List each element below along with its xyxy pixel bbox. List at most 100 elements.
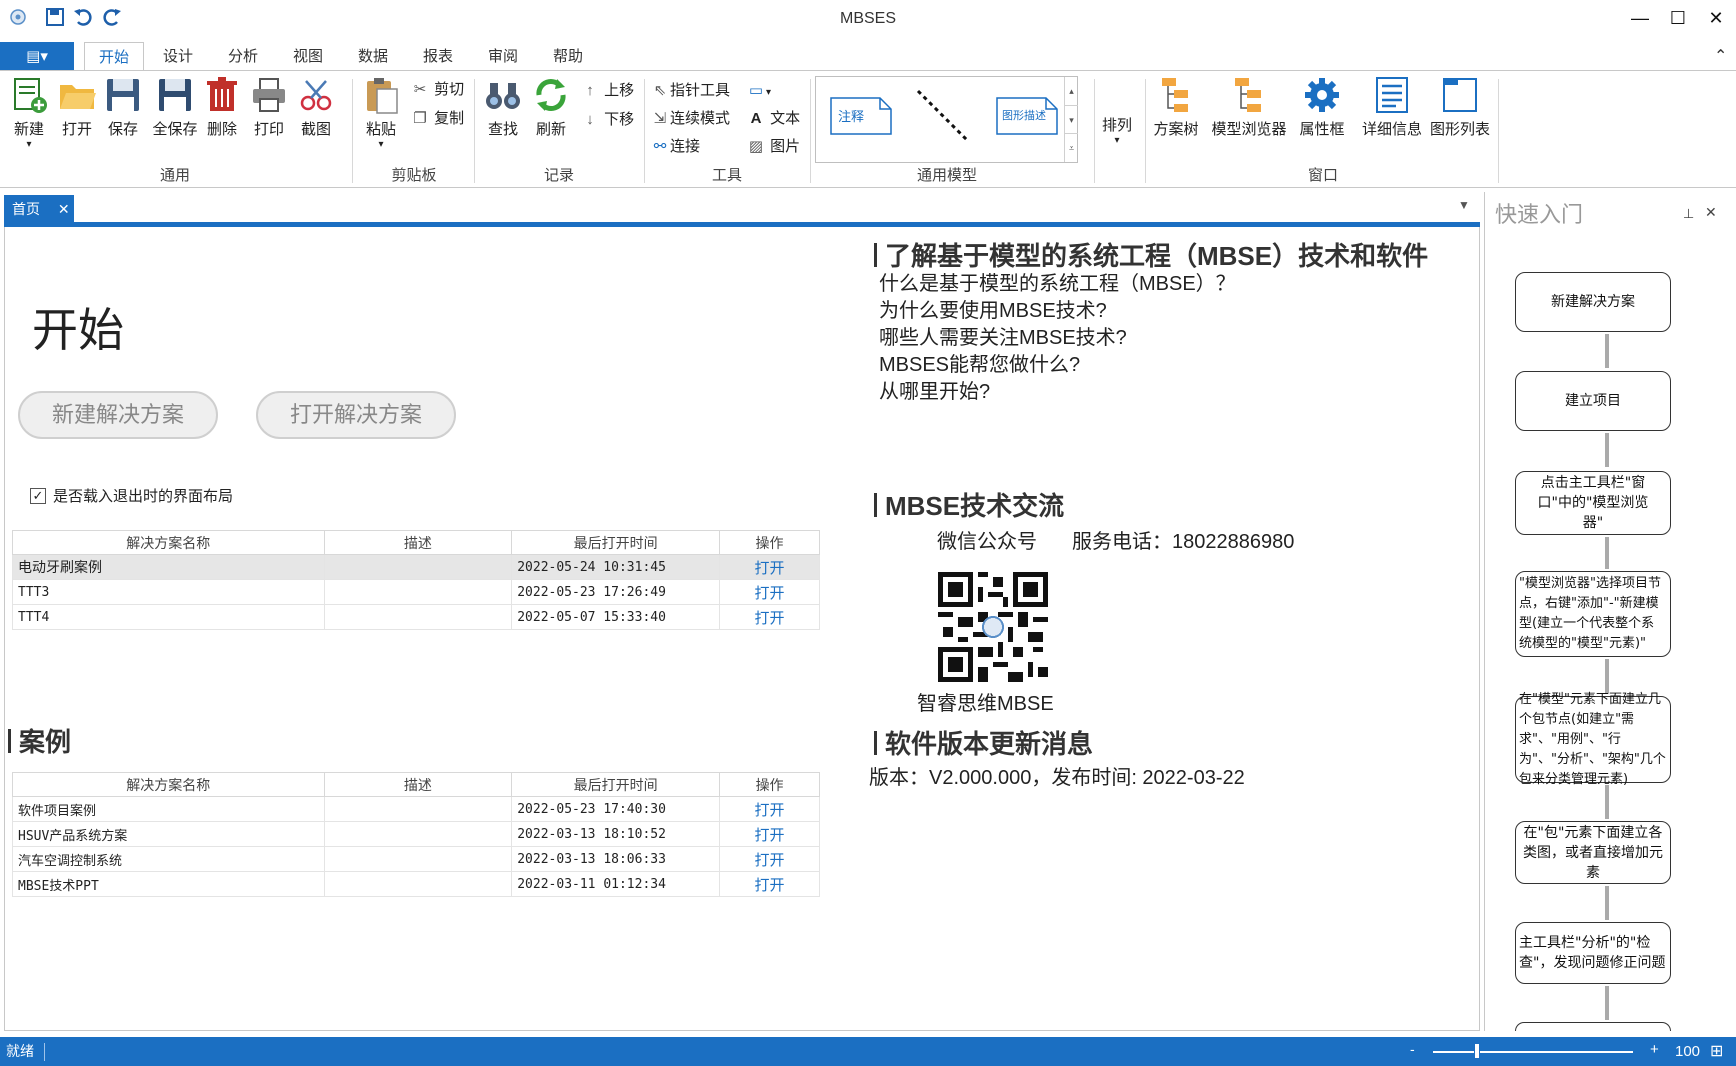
tab-help[interactable]: 帮助	[540, 42, 596, 71]
undo-icon[interactable]	[73, 8, 93, 32]
move-up-button[interactable]: ↑ 上移	[580, 79, 634, 103]
scroll-up-icon[interactable]: ▴	[1065, 77, 1078, 105]
column-header[interactable]: 解决方案名称	[12, 530, 325, 555]
refresh-button[interactable]: 刷新	[526, 75, 576, 139]
table-row[interactable]: MBSE技术PPT 2022-03-11 01:12:34 打开	[12, 871, 820, 897]
table-row[interactable]: 电动牙刷案例 2022-05-24 10:31:45 打开	[12, 554, 820, 580]
copy-button[interactable]: ❐ 复制	[410, 107, 464, 131]
cut-button[interactable]: ✂ 剪切	[410, 78, 464, 102]
table-row[interactable]: TTT4 2022-05-07 15:33:40 打开	[12, 604, 820, 630]
column-header[interactable]: 描述	[323, 530, 513, 555]
file-menu-button[interactable]: ▤▾	[0, 42, 74, 71]
column-header[interactable]: 最后打开时间	[511, 530, 721, 555]
move-down-button[interactable]: ↓ 下移	[580, 108, 634, 132]
new-button[interactable]: 新建 ▾	[4, 75, 54, 150]
note-shape[interactable]: 注释	[830, 97, 892, 135]
text-button[interactable]: A 文本	[746, 107, 801, 131]
tab-design[interactable]: 设计	[150, 42, 206, 71]
tab-start[interactable]: 开始	[84, 42, 144, 71]
column-header[interactable]: 解决方案名称	[12, 772, 325, 797]
flow-step[interactable]: 主工具栏"分析"的"检查"，发现问题修正问题	[1515, 922, 1671, 984]
collapse-ribbon-icon[interactable]: ⌃	[1714, 46, 1727, 66]
minimize-icon[interactable]: —	[1620, 4, 1660, 32]
tab-report[interactable]: 报表	[410, 42, 466, 71]
gallery-expand-icon[interactable]: ⩡	[1065, 133, 1078, 161]
faq-link[interactable]: 从哪里开始?	[879, 378, 990, 406]
faq-link[interactable]: 哪些人需要关注MBSE技术?	[879, 324, 1127, 352]
close-icon[interactable]: ✕	[1696, 4, 1736, 32]
table-row[interactable]: HSUV产品系统方案 2022-03-13 18:10:52 打开	[12, 821, 820, 847]
scroll-down-icon[interactable]: ▾	[1065, 105, 1078, 133]
save-button[interactable]: 保存	[98, 75, 148, 139]
open-button[interactable]: 打开	[52, 75, 102, 139]
tab-review[interactable]: 审阅	[475, 42, 531, 71]
delete-button[interactable]: 删除	[197, 75, 247, 139]
open-link[interactable]: 打开	[719, 821, 820, 847]
close-icon[interactable]: ✕	[1705, 204, 1717, 221]
faq-link[interactable]: 什么是基于模型的系统工程（MBSE）？	[879, 270, 1236, 298]
table-row[interactable]: TTT3 2022-05-23 17:26:49 打开	[12, 579, 820, 605]
dashed-line-shape[interactable]	[916, 89, 970, 146]
screenshot-button[interactable]: 截图	[291, 75, 341, 139]
fit-view-icon[interactable]: ⊞	[1710, 1041, 1723, 1061]
open-link[interactable]: 打开	[719, 846, 820, 872]
flow-step[interactable]: 建立项目	[1515, 371, 1671, 431]
pin-icon[interactable]: ⊥	[1683, 206, 1694, 222]
flow-step[interactable]: "模型浏览器"选择项目节点，右键"添加"-"新建模型(建立一个代表整个系统模型的…	[1515, 571, 1671, 657]
arrange-button[interactable]: 排列 ▾	[1092, 111, 1142, 146]
paste-button[interactable]: 粘贴 ▾	[356, 75, 406, 150]
shape-dropdown[interactable]: ▭ ▾	[746, 79, 771, 103]
open-link[interactable]: 打开	[719, 579, 820, 605]
save-all-button[interactable]: 全保存	[150, 75, 200, 139]
faq-link[interactable]: 为什么要使用MBSE技术?	[879, 297, 1107, 325]
properties-button[interactable]: 属性框	[1294, 75, 1350, 139]
flow-step[interactable]: 在"包"元素下面建立各类图，或者直接增加元素	[1515, 821, 1671, 884]
pointer-tool-button[interactable]: ⇖ 指针工具	[650, 79, 730, 103]
find-button[interactable]: 查找	[478, 75, 528, 139]
tab-list-dropdown-icon[interactable]: ▼	[1458, 198, 1470, 212]
flow-step[interactable]: 点击主工具栏"窗口"中的"模型浏览器"	[1515, 471, 1671, 535]
shape-list-button[interactable]: 图形列表	[1428, 75, 1492, 139]
shape-description-shape[interactable]: 图形描述	[996, 97, 1058, 135]
open-link[interactable]: 打开	[719, 871, 820, 897]
redo-icon[interactable]	[102, 8, 122, 32]
column-header[interactable]: 描述	[323, 772, 513, 797]
connect-button[interactable]: ⚯ 连接	[650, 135, 700, 159]
tab-analysis[interactable]: 分析	[215, 42, 271, 71]
faq-link[interactable]: MBSES能帮您做什么?	[879, 351, 1080, 379]
table-row[interactable]: 软件项目案例 2022-05-23 17:40:30 打开	[12, 796, 820, 822]
tab-view[interactable]: 视图	[280, 42, 336, 71]
close-icon[interactable]: ✕	[58, 201, 70, 217]
gallery-scrollbar[interactable]: ▴ ▾ ⩡	[1064, 77, 1078, 162]
new-solution-button[interactable]: 新建解决方案	[18, 391, 218, 439]
maximize-icon[interactable]: ☐	[1658, 4, 1698, 32]
cases-table: 解决方案名称 描述 最后打开时间 操作 软件项目案例 2022-05-23 17…	[12, 772, 820, 897]
column-header[interactable]: 操作	[719, 530, 820, 555]
table-row[interactable]: 汽车空调控制系统 2022-03-13 18:06:33 打开	[12, 846, 820, 872]
zoom-slider-track[interactable]	[1433, 1051, 1633, 1053]
column-header[interactable]: 操作	[719, 772, 820, 797]
save-icon[interactable]	[46, 8, 64, 32]
solution-tree-button[interactable]: 方案树	[1148, 75, 1204, 139]
flow-step[interactable]: 在"模型"元素下面建立几个包节点(如建立"需求"、"用例"、"行为"、"分析"、…	[1515, 692, 1671, 787]
details-button[interactable]: 详细信息	[1354, 75, 1430, 139]
zoom-slider-thumb[interactable]	[1474, 1043, 1480, 1059]
open-link[interactable]: 打开	[719, 604, 820, 630]
open-solution-button[interactable]: 打开解决方案	[256, 391, 456, 439]
image-button[interactable]: ▨ 图片	[746, 135, 800, 159]
cut-icon: ✂	[413, 81, 427, 98]
print-button[interactable]: 打印	[244, 75, 294, 139]
open-link[interactable]: 打开	[719, 554, 820, 580]
load-layout-checkbox[interactable]: ✓	[30, 488, 46, 504]
tab-home[interactable]: 首页 ✕	[4, 195, 74, 223]
tab-data[interactable]: 数据	[345, 42, 401, 71]
dropdown-arrow-icon: ▾	[1114, 135, 1120, 146]
flow-step[interactable]: 新建解决方案	[1515, 272, 1671, 332]
load-layout-label: 是否载入退出时的界面布局	[53, 487, 234, 505]
open-link[interactable]: 打开	[719, 796, 820, 822]
zoom-in-button[interactable]: +	[1650, 1041, 1659, 1058]
continuous-mode-button[interactable]: ⇲ 连续模式	[650, 107, 730, 131]
zoom-out-button[interactable]: -	[1410, 1041, 1415, 1057]
column-header[interactable]: 最后打开时间	[511, 772, 721, 797]
model-browser-button[interactable]: 模型浏览器	[1208, 75, 1290, 139]
